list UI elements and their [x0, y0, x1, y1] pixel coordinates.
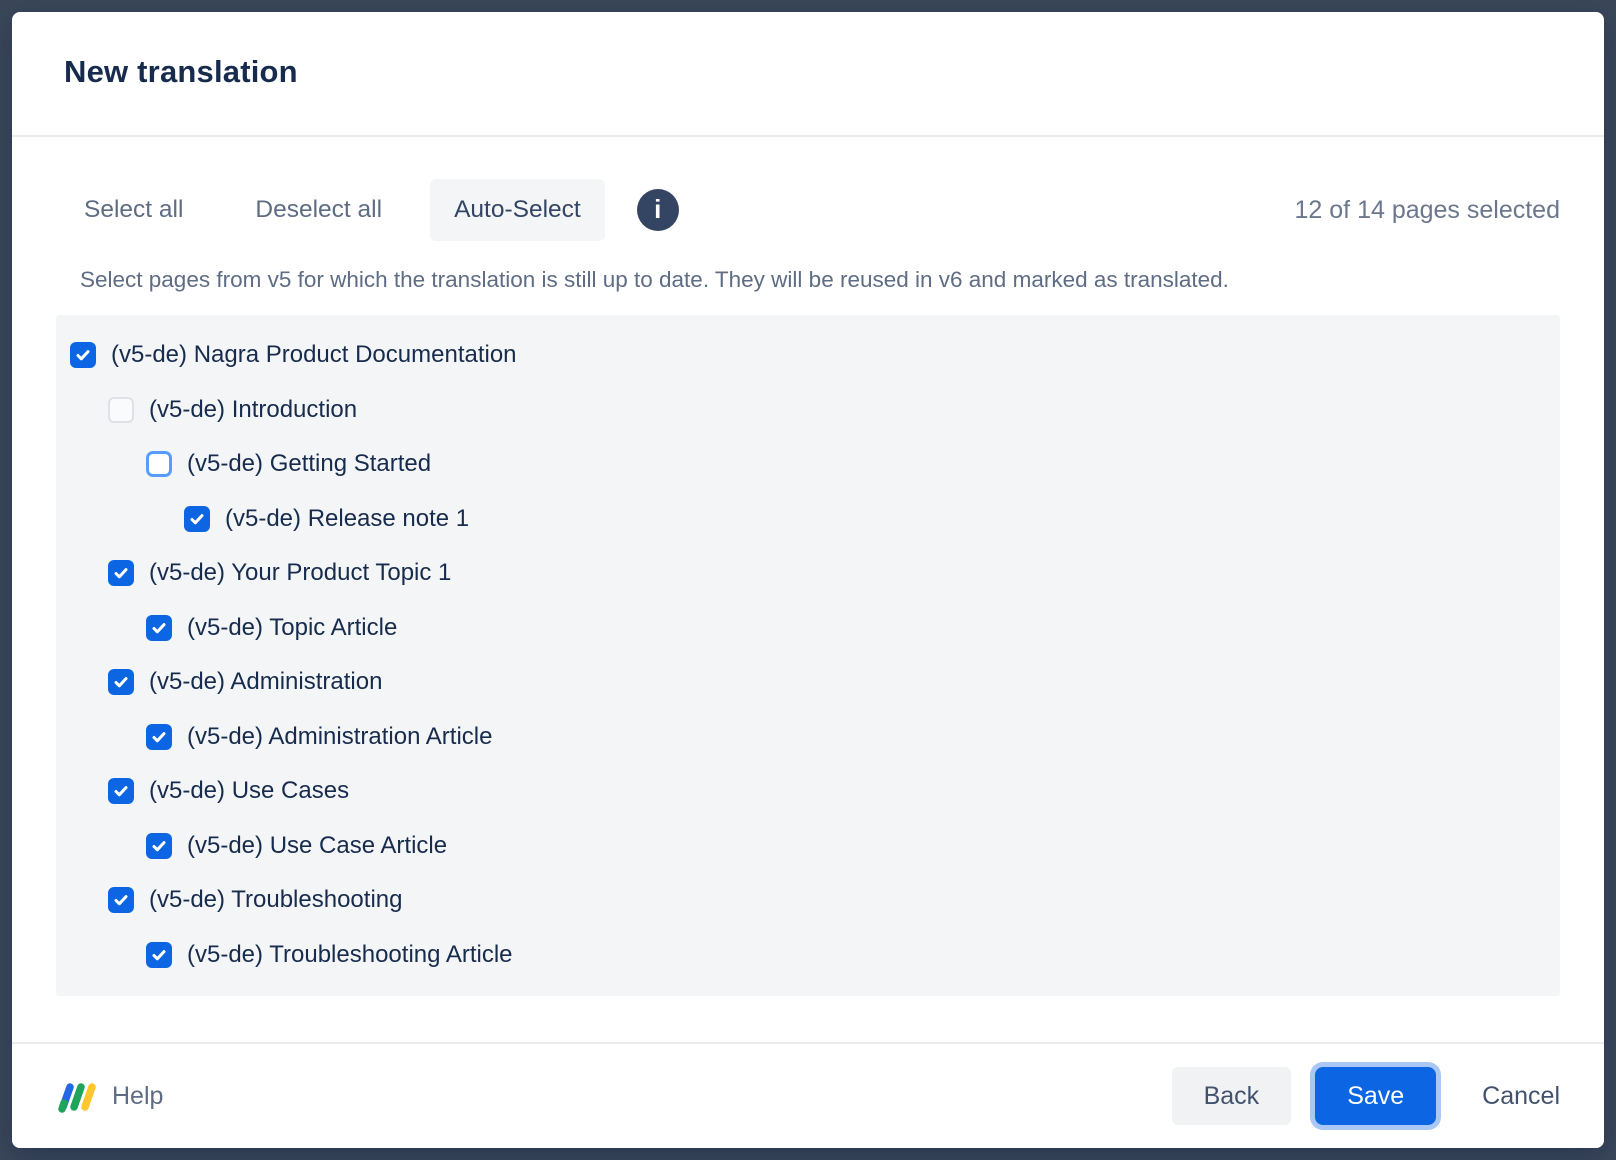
tree-item-label: (v5-de) Introduction: [149, 396, 357, 424]
tree-item: (v5-de) Use Case Article: [56, 819, 1560, 874]
info-icon[interactable]: [637, 189, 679, 231]
checkbox-checked[interactable]: [108, 560, 134, 586]
cancel-button[interactable]: Cancel: [1482, 1067, 1560, 1125]
selection-toolbar: Select all Deselect all Auto-Select 12 o…: [56, 179, 1560, 241]
checkbox-checked[interactable]: [146, 942, 172, 968]
tree-item-label: (v5-de) Release note 1: [225, 505, 469, 533]
tree-item-label: (v5-de) Troubleshooting Article: [187, 941, 513, 969]
checkbox-checked[interactable]: [146, 724, 172, 750]
checkbox-checked[interactable]: [108, 778, 134, 804]
new-translation-dialog: New translation Select all Deselect all …: [12, 12, 1604, 1148]
dialog-header: New translation: [12, 12, 1604, 137]
dialog-body: Select all Deselect all Auto-Select 12 o…: [12, 137, 1604, 1042]
help-link[interactable]: Help: [56, 1078, 163, 1114]
tree-item: (v5-de) Administration Article: [56, 710, 1560, 765]
help-label: Help: [112, 1082, 163, 1111]
tree-item-label: (v5-de) Getting Started: [187, 450, 431, 478]
tree-item-label: (v5-de) Nagra Product Documentation: [111, 341, 517, 369]
footer-actions: Back Save Cancel: [1172, 1067, 1560, 1125]
tree-item: (v5-de) Topic Article: [56, 601, 1560, 656]
checkbox-checked[interactable]: [108, 669, 134, 695]
tree-item-label: (v5-de) Troubleshooting: [149, 886, 402, 914]
help-brand-icon: [56, 1078, 96, 1114]
checkbox-checked[interactable]: [146, 615, 172, 641]
page-title: New translation: [64, 54, 1552, 90]
deselect-all-button[interactable]: Deselect all: [231, 179, 406, 241]
tree-item: (v5-de) Troubleshooting: [56, 873, 1560, 928]
checkbox-checked[interactable]: [184, 506, 210, 532]
page-tree: (v5-de) Nagra Product Documentation (v5-d…: [56, 315, 1560, 996]
tree-item: (v5-de) Use Cases: [56, 764, 1560, 819]
tree-item-label: (v5-de) Use Case Article: [187, 832, 447, 860]
tree-item: (v5-de) Troubleshooting Article: [56, 928, 1560, 983]
auto-select-button[interactable]: Auto-Select: [430, 179, 605, 241]
tree-item: (v5-de) Introduction: [56, 383, 1560, 438]
tree-item: (v5-de) Your Product Topic 1: [56, 546, 1560, 601]
tree-item-label: (v5-de) Administration Article: [187, 723, 492, 751]
checkbox-checked[interactable]: [108, 887, 134, 913]
dialog-footer: Help Back Save Cancel: [12, 1042, 1604, 1148]
tree-item-label: (v5-de) Administration: [149, 668, 382, 696]
tree-item-label: (v5-de) Topic Article: [187, 614, 397, 642]
checkbox-checked[interactable]: [146, 833, 172, 859]
tree-item: (v5-de) Getting Started: [56, 437, 1560, 492]
tree-item: (v5-de) Administration: [56, 655, 1560, 710]
select-all-button[interactable]: Select all: [60, 179, 207, 241]
tree-item: (v5-de) Release note 1: [56, 492, 1560, 547]
dialog-description: Select pages from v5 for which the trans…: [80, 267, 1560, 293]
tree-item: (v5-de) Nagra Product Documentation: [56, 328, 1560, 383]
pages-selected-status: 12 of 14 pages selected: [1295, 196, 1560, 225]
checkbox-checked[interactable]: [70, 342, 96, 368]
checkbox-unchecked[interactable]: [108, 397, 134, 423]
checkbox-unchecked[interactable]: [146, 451, 172, 477]
save-button[interactable]: Save: [1315, 1067, 1436, 1125]
tree-item-label: (v5-de) Your Product Topic 1: [149, 559, 451, 587]
back-button[interactable]: Back: [1172, 1067, 1292, 1125]
tree-item-label: (v5-de) Use Cases: [149, 777, 349, 805]
